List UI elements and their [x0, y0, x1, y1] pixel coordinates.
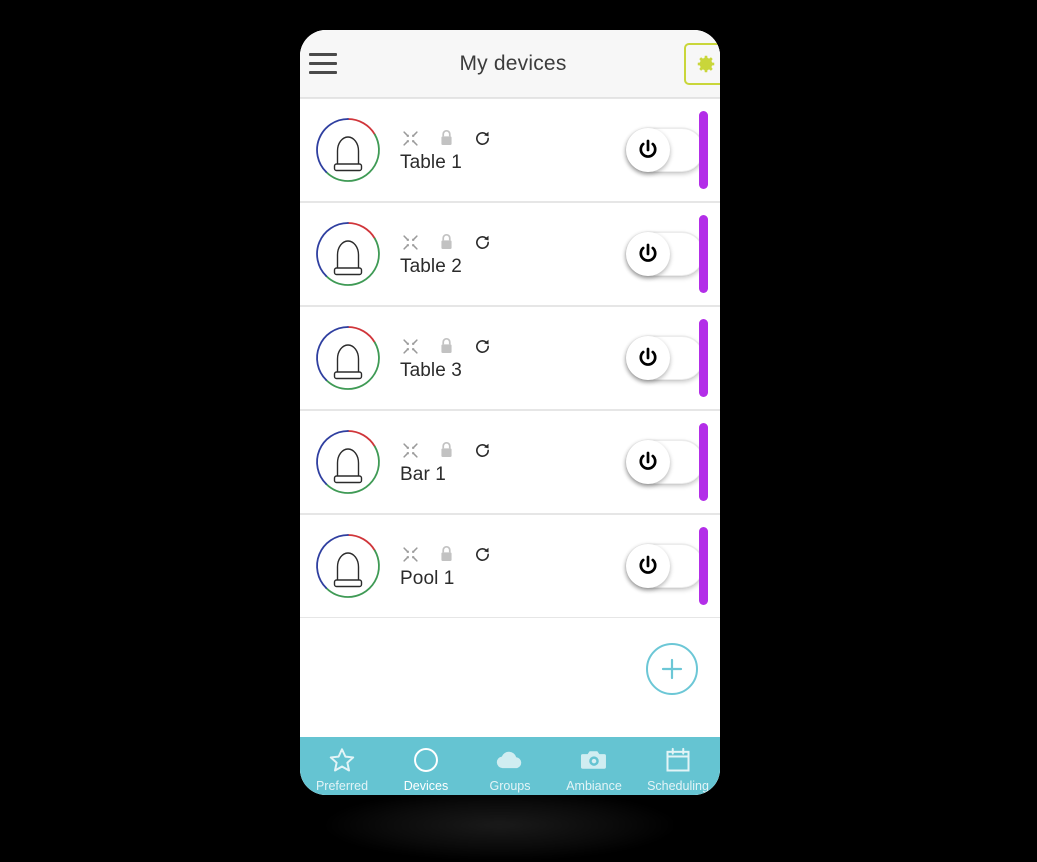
- refresh-icon[interactable]: [474, 338, 491, 355]
- camera-icon: [580, 745, 608, 775]
- device-info: Bar 1: [398, 438, 626, 486]
- app-screen: My devices Table 1 Table 2 Table 3 Bar 1…: [300, 30, 720, 795]
- lamp-device-icon: [312, 322, 384, 394]
- device-action-icons: [398, 336, 626, 356]
- star-icon: [328, 745, 356, 775]
- power-toggle[interactable]: [626, 544, 704, 588]
- lamp-device-icon: [312, 530, 384, 602]
- phone-frame: My devices Table 1 Table 2 Table 3 Bar 1…: [300, 30, 720, 795]
- lamp-device-icon: [312, 218, 384, 290]
- table-row[interactable]: Table 1: [300, 98, 720, 202]
- refresh-icon[interactable]: [474, 130, 491, 147]
- toggle-knob: [626, 232, 670, 276]
- nav-label-scheduling: Scheduling: [647, 779, 709, 793]
- cloud-icon: [495, 745, 525, 775]
- collapse-icon[interactable]: [402, 442, 419, 459]
- status-indicator-bar: [699, 423, 708, 501]
- bottom-navigation: Preferred Devices Groups Ambiance Schedu…: [300, 737, 720, 795]
- nav-label-groups: Groups: [489, 779, 531, 793]
- app-header: My devices: [300, 30, 720, 98]
- refresh-icon[interactable]: [474, 546, 491, 563]
- nav-item-ambiance[interactable]: Ambiance: [552, 745, 636, 793]
- table-row[interactable]: Bar 1: [300, 410, 720, 514]
- power-toggle[interactable]: [626, 440, 704, 484]
- nav-item-devices[interactable]: Devices: [384, 745, 468, 793]
- collapse-icon[interactable]: [402, 338, 419, 355]
- page-title: My devices: [459, 51, 567, 75]
- toggle-knob: [626, 544, 670, 588]
- settings-button[interactable]: [684, 42, 720, 85]
- toggle-knob: [626, 440, 670, 484]
- status-indicator-bar: [699, 527, 708, 605]
- lock-icon[interactable]: [439, 441, 454, 459]
- power-toggle[interactable]: [626, 336, 704, 380]
- plus-icon: [661, 658, 683, 680]
- device-name: Table 2: [400, 256, 462, 277]
- lock-icon[interactable]: [439, 337, 454, 355]
- device-name: Table 3: [400, 360, 462, 381]
- collapse-icon[interactable]: [402, 234, 419, 251]
- table-row[interactable]: Table 3: [300, 306, 720, 410]
- fab-container: [300, 629, 720, 737]
- device-name: Bar 1: [400, 464, 446, 485]
- nav-label-ambiance: Ambiance: [566, 779, 622, 793]
- toggle-knob: [626, 128, 670, 172]
- nav-item-preferred[interactable]: Preferred: [300, 745, 384, 793]
- add-device-button[interactable]: [646, 643, 698, 695]
- device-info: Table 2: [398, 230, 626, 278]
- status-indicator-bar: [699, 319, 708, 397]
- circle-icon: [412, 745, 440, 775]
- refresh-icon[interactable]: [474, 234, 491, 251]
- power-icon: [639, 555, 657, 574]
- collapse-icon[interactable]: [402, 546, 419, 563]
- lamp-device-icon: [312, 114, 384, 186]
- power-icon: [639, 243, 657, 262]
- nav-item-scheduling[interactable]: Scheduling: [636, 745, 720, 793]
- power-toggle[interactable]: [626, 128, 704, 172]
- phone-drop-shadow: [325, 790, 675, 860]
- device-list: Table 1 Table 2 Table 3 Bar 1 Pool 1: [300, 98, 720, 629]
- power-icon: [639, 139, 657, 158]
- device-info: Pool 1: [398, 542, 626, 590]
- lock-icon[interactable]: [439, 233, 454, 251]
- device-name: Pool 1: [400, 568, 455, 589]
- table-row[interactable]: Table 2: [300, 202, 720, 306]
- status-indicator-bar: [699, 215, 708, 293]
- device-info: Table 3: [398, 334, 626, 382]
- device-action-icons: [398, 232, 626, 252]
- device-action-icons: [398, 440, 626, 460]
- toggle-knob: [626, 336, 670, 380]
- device-name: Table 1: [400, 152, 462, 173]
- lock-icon[interactable]: [439, 129, 454, 147]
- power-toggle[interactable]: [626, 232, 704, 276]
- lamp-device-icon: [312, 426, 384, 498]
- lock-icon[interactable]: [439, 545, 454, 563]
- device-action-icons: [398, 128, 626, 148]
- status-indicator-bar: [699, 111, 708, 189]
- device-info: Table 1: [398, 126, 626, 174]
- gear-icon: [697, 55, 715, 72]
- collapse-icon[interactable]: [402, 130, 419, 147]
- table-row[interactable]: Pool 1: [300, 514, 720, 618]
- power-icon: [639, 347, 657, 366]
- refresh-icon[interactable]: [474, 442, 491, 459]
- power-icon: [639, 451, 657, 470]
- nav-label-devices: Devices: [403, 779, 449, 793]
- hamburger-menu-icon[interactable]: [306, 50, 340, 78]
- screenshot-canvas: My devices Table 1 Table 2 Table 3 Bar 1…: [0, 0, 1037, 862]
- nav-label-preferred: Preferred: [315, 779, 369, 793]
- device-action-icons: [398, 544, 626, 564]
- nav-item-groups[interactable]: Groups: [468, 745, 552, 793]
- calendar-icon: [664, 745, 692, 775]
